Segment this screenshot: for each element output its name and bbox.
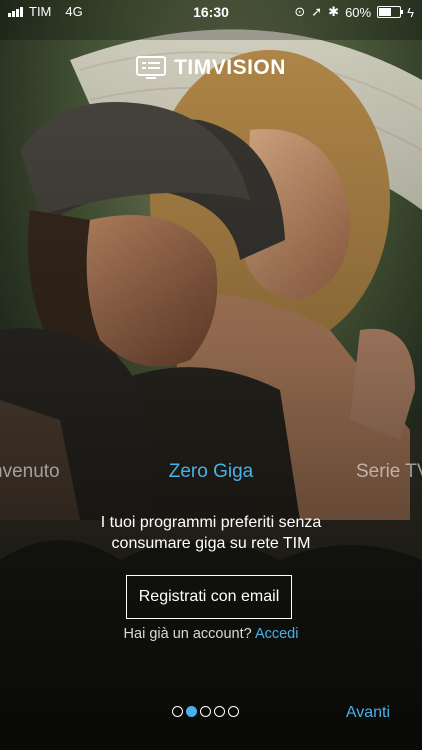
- login-link[interactable]: Accedi: [255, 626, 299, 642]
- carousel-description: I tuoi programmi preferiti senza consuma…: [40, 512, 382, 554]
- register-email-button[interactable]: Registrati con email: [126, 575, 292, 619]
- description-line-1: I tuoi programmi preferiti senza: [100, 514, 322, 531]
- description-line-2: consumare giga su rete TIM: [111, 535, 311, 552]
- battery-icon: [377, 6, 404, 18]
- location-icon: ➚: [311, 4, 323, 19]
- carousel-next-title[interactable]: Serie TV: [356, 461, 422, 483]
- page-dot[interactable]: [214, 706, 225, 717]
- page-dot[interactable]: [228, 706, 239, 717]
- status-right: ⊙ ➚ ✱ 60% ϟ: [294, 4, 414, 20]
- battery-percent: 60%: [345, 4, 372, 20]
- page-indicator[interactable]: [172, 706, 239, 717]
- carousel-titles[interactable]: nvenuto Zero Giga Serie TV: [0, 461, 422, 489]
- login-prompt: Hai già un account? Accedi: [0, 626, 422, 642]
- battery-fill: [379, 8, 392, 16]
- page-dot[interactable]: [172, 706, 183, 717]
- status-bar: TIM 4G 16:30 ⊙ ➚ ✱ 60% ϟ: [0, 0, 422, 24]
- screen-lock-icon: ⊙: [294, 4, 306, 19]
- charging-icon: ϟ: [407, 4, 414, 20]
- onboarding-screen: TIM 4G 16:30 ⊙ ➚ ✱ 60% ϟ TIMVISION nvenu…: [0, 0, 422, 750]
- brand-name: TIMVISION: [174, 56, 286, 79]
- brand-logo: TIMVISION: [0, 56, 422, 80]
- page-dot[interactable]: [186, 706, 197, 717]
- next-button[interactable]: Avanti: [346, 704, 390, 722]
- bluetooth-icon: ✱: [328, 4, 340, 19]
- account-question: Hai già un account?: [123, 626, 252, 642]
- page-dot[interactable]: [200, 706, 211, 717]
- tv-logo-icon: [136, 56, 167, 79]
